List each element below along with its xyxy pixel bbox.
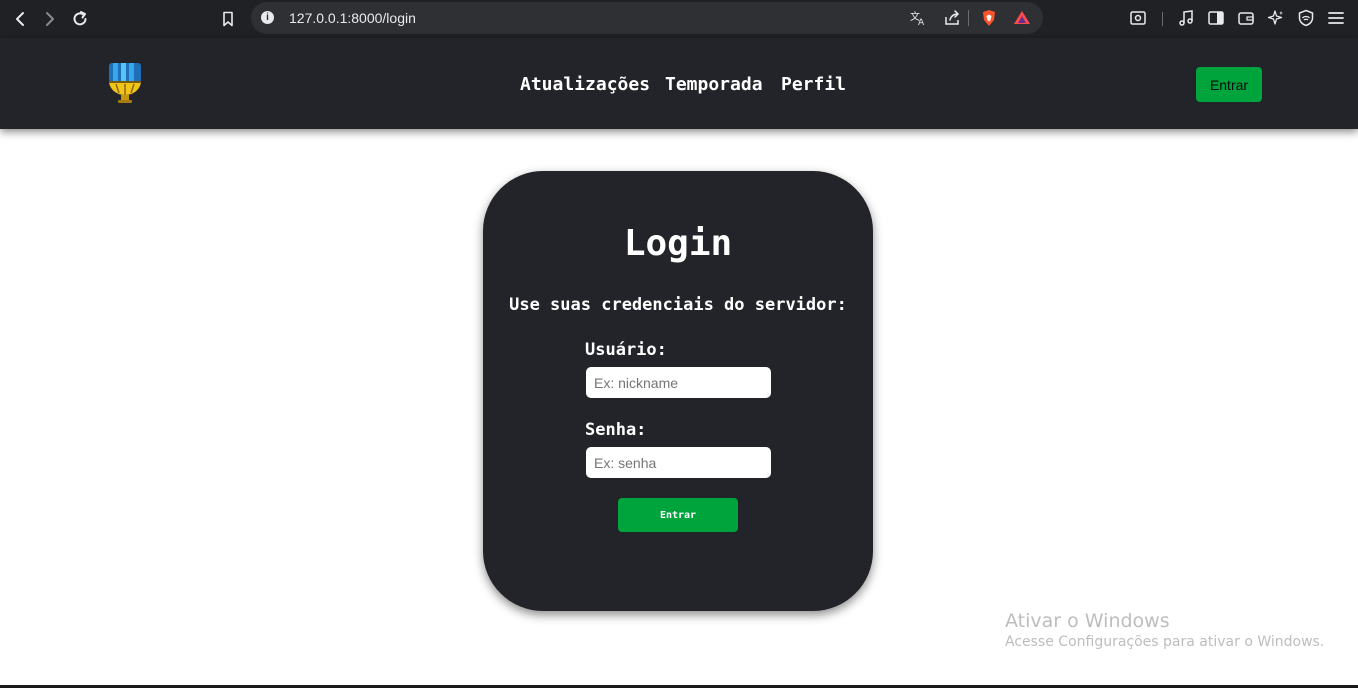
username-input[interactable] [586,367,771,398]
wallet-icon[interactable] [1236,8,1256,28]
site-header: Atualizações Temporada Perfil Entrar [0,38,1358,129]
password-input[interactable] [586,447,771,478]
leo-ai-icon[interactable] [1266,8,1286,28]
menu-icon[interactable] [1326,8,1346,28]
brave-shields-icon[interactable] [980,9,998,27]
screenshot-icon[interactable] [1128,8,1148,28]
site-logo[interactable] [106,60,144,106]
vpn-icon[interactable] [1296,8,1316,28]
password-label: Senha: [585,420,647,440]
header-login-button[interactable]: Entrar [1196,67,1262,102]
windows-activation-subtitle: Acesse Configurações para ativar o Windo… [1005,634,1325,650]
login-title: Login [623,223,733,264]
login-subtitle: Use suas credenciais do servidor: [509,295,847,315]
sidebar-icon[interactable] [1206,8,1226,28]
submit-login-button[interactable]: Entrar [618,498,738,532]
nav-link-perfil[interactable]: Perfil [781,74,846,95]
address-bar[interactable]: i 127.0.0.1:8000/login 文A [251,2,1043,34]
share-icon[interactable] [943,9,961,27]
svg-text:A: A [918,18,925,27]
music-icon[interactable] [1176,8,1196,28]
back-icon[interactable] [8,7,32,31]
browser-toolbar: i 127.0.0.1:8000/login 文A [0,0,1358,38]
login-card: Login Use suas credenciais do servidor: … [483,171,873,611]
translate-icon[interactable]: 文A [909,9,927,27]
windows-activation-title: Ativar o Windows [1005,610,1170,632]
reload-icon[interactable] [68,7,92,31]
url-text[interactable]: 127.0.0.1:8000/login [289,10,416,26]
site-info-icon[interactable]: i [261,11,274,24]
nav-link-atualizacoes[interactable]: Atualizações [520,74,650,95]
nav-link-temporada[interactable]: Temporada [665,74,763,95]
divider [968,10,969,26]
bookmark-icon[interactable] [216,7,240,31]
toolbar-divider [1162,12,1163,26]
username-label: Usuário: [585,340,667,360]
brave-rewards-icon[interactable] [1013,9,1031,27]
forward-icon[interactable] [38,7,62,31]
